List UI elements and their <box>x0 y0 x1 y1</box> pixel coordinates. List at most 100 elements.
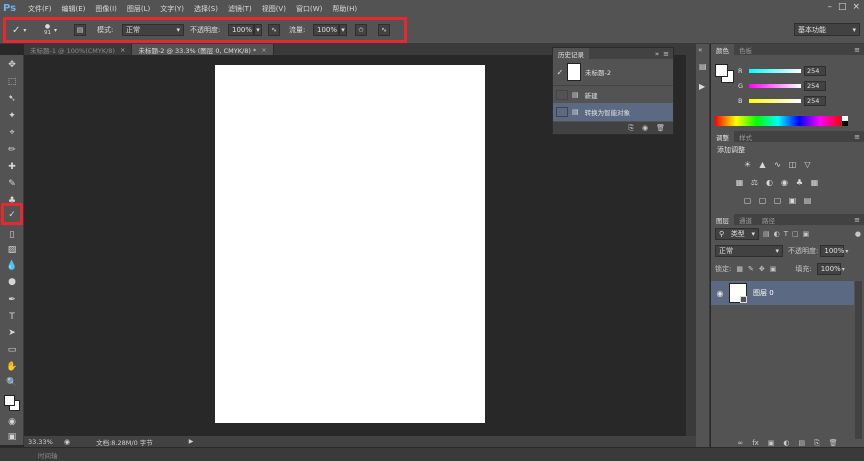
channel-mixer-icon[interactable]: ♣ <box>795 178 804 187</box>
new-layer-icon[interactable]: ⎘ <box>814 439 820 447</box>
path-selection-tool-icon[interactable]: ➤ <box>5 326 19 339</box>
vibrance-icon[interactable]: ▽ <box>803 160 812 169</box>
foreground-color-swatch[interactable] <box>715 64 728 77</box>
menu-select[interactable]: 选择(S) <box>189 4 223 14</box>
tab-paths[interactable]: 路径 <box>757 214 780 225</box>
threshold-icon[interactable]: ▢ <box>773 196 782 205</box>
photo-filter-icon[interactable]: ◉ <box>780 178 789 187</box>
black-white-swatches[interactable] <box>842 116 848 126</box>
adjustment-layer-icon[interactable]: ◐ <box>783 439 789 447</box>
opacity-input[interactable]: 100% <box>228 24 254 36</box>
adjustment-filter-icon[interactable]: ◐ <box>774 230 780 238</box>
menu-layer[interactable]: 图层(L) <box>122 4 155 14</box>
dodge-tool-icon[interactable]: ● <box>5 275 19 288</box>
eraser-tool-icon[interactable]: ▯ <box>5 228 19 241</box>
airbrush-button[interactable]: ✩ <box>355 23 367 37</box>
fill-input[interactable]: 100% <box>816 263 841 275</box>
blue-slider[interactable] <box>749 99 801 103</box>
green-slider[interactable] <box>749 84 801 88</box>
menu-filter[interactable]: 滤镜(T) <box>223 4 257 14</box>
lock-pixels-icon[interactable]: ✎ <box>748 265 754 273</box>
history-item-convert-smart-object[interactable]: ▤ 转换为智能对象 <box>553 103 673 121</box>
hue-saturation-icon[interactable]: ▦ <box>735 178 744 187</box>
menu-image[interactable]: 图像(I) <box>90 4 122 14</box>
vertical-scrollbar[interactable] <box>686 44 696 436</box>
menu-view[interactable]: 视图(V) <box>257 4 291 14</box>
tool-preset-picker[interactable]: ✓ ▾ <box>12 23 26 37</box>
menu-window[interactable]: 窗口(W) <box>291 4 327 14</box>
rectangle-tool-icon[interactable]: ▭ <box>5 343 19 356</box>
link-icon[interactable]: ∞ <box>737 439 743 447</box>
zoom-tool-icon[interactable]: 🔍 <box>5 376 19 389</box>
panel-menu-icon[interactable]: ≡ <box>663 50 669 58</box>
red-slider[interactable] <box>749 69 801 73</box>
close-icon[interactable]: × <box>120 46 125 54</box>
brush-preset-picker[interactable]: ● 91 ▾ <box>44 23 57 37</box>
maximize-icon[interactable]: □ <box>838 2 847 12</box>
tab-document-2[interactable]: 未标题-2 @ 33.3% (图层 0, CMYK/8) * × <box>132 44 274 55</box>
lock-all-icon[interactable]: ▣ <box>770 265 777 273</box>
history-source-checkbox[interactable] <box>556 107 568 117</box>
tab-adjustments[interactable]: 调整 <box>711 131 734 142</box>
tab-history[interactable]: 历史记录 <box>553 48 589 59</box>
close-icon[interactable]: × <box>852 2 860 12</box>
opacity-slider-toggle[interactable]: ▾ <box>254 24 262 36</box>
menu-type[interactable]: 文字(Y) <box>155 4 189 14</box>
workspace-dropdown[interactable]: 基本功能 ▾ <box>794 23 860 36</box>
color-balance-icon[interactable]: ⚖ <box>750 178 759 187</box>
panel-menu-icon[interactable]: ≡ <box>854 46 860 54</box>
chevron-down-icon[interactable]: ▾ <box>845 248 848 255</box>
pen-tool-icon[interactable]: ✒ <box>5 293 19 306</box>
document-canvas[interactable] <box>215 65 485 423</box>
panel-collapse-icon[interactable]: « <box>698 46 702 54</box>
move-tool-icon[interactable]: ✥ <box>5 58 19 71</box>
mask-icon[interactable]: ▣ <box>768 439 775 447</box>
panel-collapse-icon[interactable]: » <box>655 50 659 58</box>
healing-brush-tool-icon[interactable]: ✚ <box>5 160 19 173</box>
brightness-icon[interactable]: ☀ <box>743 160 752 169</box>
history-panel-icon[interactable]: ▤ <box>699 62 707 71</box>
layer-name[interactable]: 图层 0 <box>753 288 774 298</box>
lasso-tool-icon[interactable]: ➷ <box>5 92 19 105</box>
screen-mode-icon[interactable]: ▣ <box>5 430 19 443</box>
hand-tool-icon[interactable]: ✋ <box>5 360 19 373</box>
menu-edit[interactable]: 编辑(E) <box>57 4 91 14</box>
history-item-new[interactable]: ▤ 新建 <box>553 85 673 103</box>
exposure-icon[interactable]: ◫ <box>788 160 797 169</box>
tab-swatches[interactable]: 色板 <box>734 44 757 55</box>
mode-dropdown[interactable]: 正常 ▾ <box>122 24 184 36</box>
history-source-checkbox[interactable] <box>556 89 568 100</box>
black-white-icon[interactable]: ◐ <box>765 178 774 187</box>
panel-menu-icon[interactable]: ≡ <box>854 133 860 141</box>
menu-file[interactable]: 文件(F) <box>23 4 57 14</box>
pixel-filter-icon[interactable]: ▤ <box>763 230 770 238</box>
actions-panel-icon[interactable]: ▶ <box>699 82 705 91</box>
curves-icon[interactable]: ∿ <box>773 160 782 169</box>
posterize-icon[interactable]: ▢ <box>758 196 767 205</box>
layer-filter-dropdown[interactable]: ⚲ 类型 ▾ <box>715 228 759 240</box>
lock-position-icon[interactable]: ✥ <box>759 265 765 273</box>
marquee-tool-icon[interactable]: ⬚ <box>5 75 19 88</box>
blue-value-input[interactable]: 254 <box>804 96 826 106</box>
quick-mask-icon[interactable]: ◉ <box>5 415 19 428</box>
gradient-tool-icon[interactable]: ▨ <box>5 243 19 256</box>
status-menu-arrow-icon[interactable]: ▶ <box>189 438 194 445</box>
lock-transparency-icon[interactable]: ▦ <box>736 265 743 273</box>
tab-document-1[interactable]: 未标题-1 @ 100%(CMYK/8) × <box>24 44 133 55</box>
invert-icon[interactable]: ▢ <box>743 196 752 205</box>
color-swatch-preview[interactable] <box>715 64 735 84</box>
magic-wand-tool-icon[interactable]: ✦ <box>5 109 19 122</box>
layer-row[interactable]: ◉ 图层 0 <box>711 281 854 305</box>
color-swatches[interactable] <box>4 395 20 411</box>
eyedropper-tool-icon[interactable]: ✏ <box>5 143 19 156</box>
history-snapshot[interactable]: ✓ 未标题-2 <box>553 59 673 85</box>
tab-channels[interactable]: 通道 <box>734 214 757 225</box>
type-tool-icon[interactable]: T <box>5 310 19 323</box>
brush-tool-icon[interactable]: ✎ <box>5 177 19 190</box>
color-lookup-icon[interactable]: ▦ <box>810 178 819 187</box>
tab-color[interactable]: 颜色 <box>711 44 734 55</box>
minimize-icon[interactable]: – <box>827 2 832 12</box>
group-folder-icon[interactable]: ▤ <box>799 439 806 447</box>
tablet-size-button[interactable]: ∿ <box>378 23 390 37</box>
tab-styles[interactable]: 样式 <box>734 131 757 142</box>
